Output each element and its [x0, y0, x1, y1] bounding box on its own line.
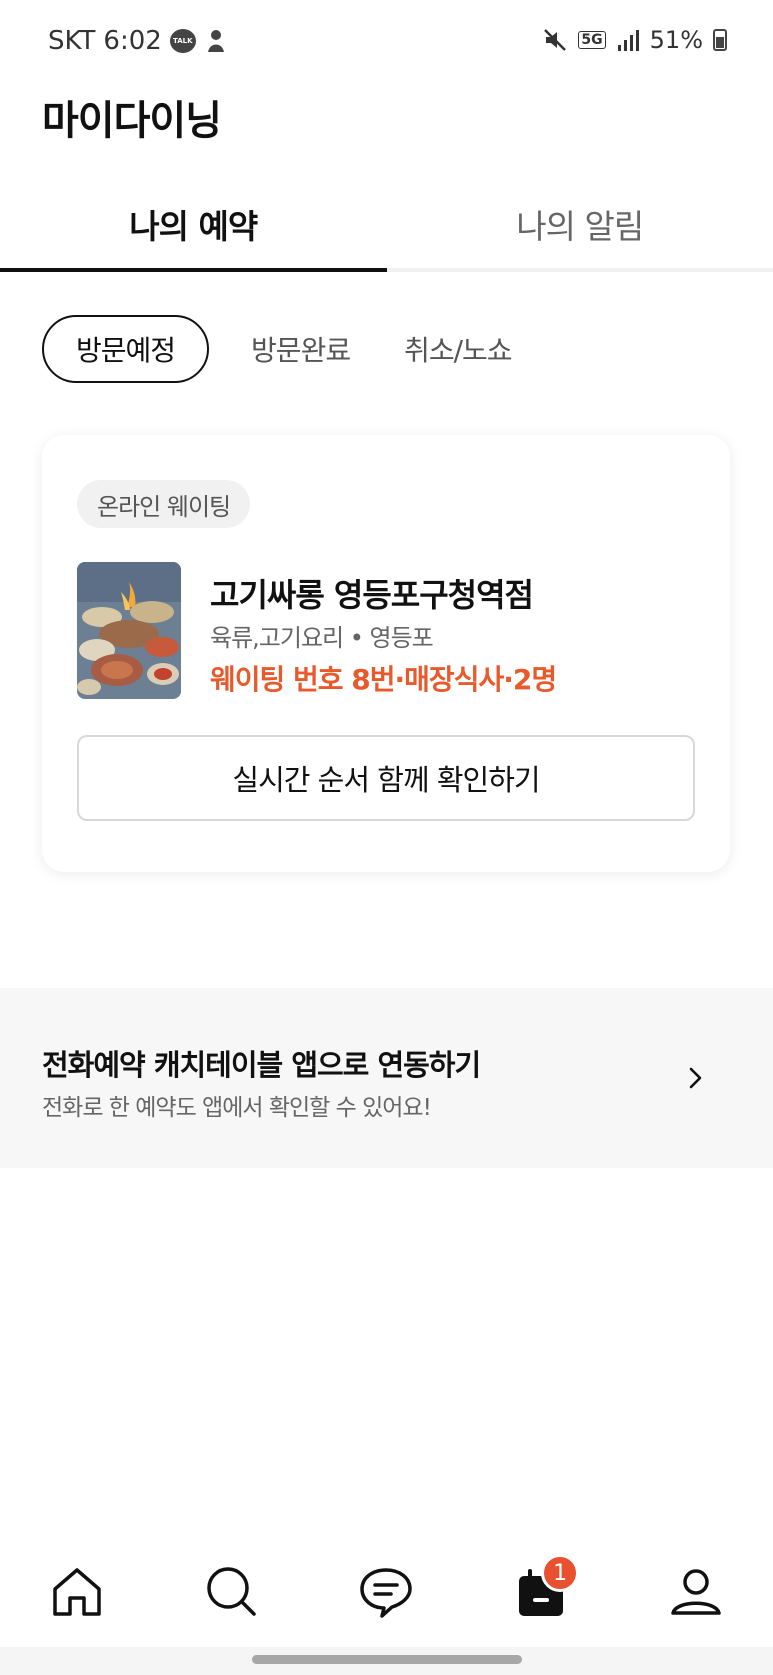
bottom-nav: 1 [0, 1537, 773, 1647]
subtab-visited[interactable]: 방문완료 [239, 315, 362, 383]
network-label: 5G [578, 31, 606, 49]
phone-reservation-link-banner[interactable]: 전화예약 캐치테이블 앱으로 연동하기 전화로 한 예약도 앱에서 확인할 수 … [0, 988, 773, 1168]
clock: 6:02 [103, 26, 162, 56]
page-title: 마이다이닝 [42, 98, 222, 144]
store-name[interactable]: 고기싸롱 영등포구청역점 [210, 570, 534, 616]
notification-icon [207, 30, 224, 52]
signal-icon [617, 30, 639, 51]
waiting-type-badge: 온라인 웨이팅 [77, 480, 251, 528]
status-right: 5G 51% [542, 26, 727, 54]
kakaotalk-icon: TALK [169, 29, 196, 53]
chat-icon [360, 1568, 413, 1618]
home-icon [53, 1568, 102, 1616]
carrier-label: SKT [48, 26, 96, 56]
mute-icon [544, 29, 567, 51]
search-icon [207, 1567, 256, 1616]
banner-title: 전화예약 캐치테이블 앱으로 연동하기 [42, 1048, 481, 1082]
status-bar: SKT 6:02 TALK 5G 51% [0, 0, 773, 80]
screen: SKT 6:02 TALK 5G 51% 마이다이닝 나의 예약 나의 알림 방… [0, 0, 773, 1675]
nav-reservations[interactable]: 1 [501, 1552, 581, 1632]
home-gesture-bar[interactable] [252, 1655, 522, 1664]
tab-my-notifications[interactable]: 나의 알림 [387, 180, 773, 268]
status-left: SKT 6:02 TALK [48, 26, 228, 56]
battery-icon [713, 29, 727, 51]
tab-my-reservations[interactable]: 나의 예약 [0, 180, 387, 272]
food-image [77, 562, 181, 699]
subtab-canceled[interactable]: 취소/노쇼 [392, 315, 523, 383]
banner-subtitle: 전화로 한 예약도 앱에서 확인할 수 있어요! [42, 1095, 432, 1121]
profile-icon [670, 1569, 721, 1615]
nav-chat[interactable] [346, 1552, 426, 1632]
store-category-location: 육류,고기요리 • 영등포 [210, 624, 434, 652]
talk-label: TALK [173, 37, 193, 45]
subtab-upcoming[interactable]: 방문예정 [42, 315, 210, 383]
sub-tabs: 방문예정 방문완료 취소/노쇼 [42, 315, 524, 383]
reservation-count-badge: 1 [541, 1554, 580, 1592]
waiting-info: 웨이팅 번호 8번·매장식사·2명 [210, 663, 557, 696]
reservation-card[interactable]: 온라인 웨이팅 고기싸롱 영등포구청역점 육류,고기요리 • 영등포 웨이팅 번… [42, 435, 730, 872]
main-tabs: 나의 예약 나의 알림 [0, 180, 773, 272]
realtime-order-button[interactable]: 실시간 순서 함께 확인하기 [77, 735, 695, 821]
nav-home[interactable] [37, 1552, 117, 1632]
battery-percent: 51% [649, 26, 703, 54]
store-thumbnail[interactable] [77, 562, 181, 699]
nav-profile[interactable] [656, 1552, 736, 1632]
nav-search[interactable] [192, 1552, 272, 1632]
chevron-right-icon [689, 1067, 702, 1089]
